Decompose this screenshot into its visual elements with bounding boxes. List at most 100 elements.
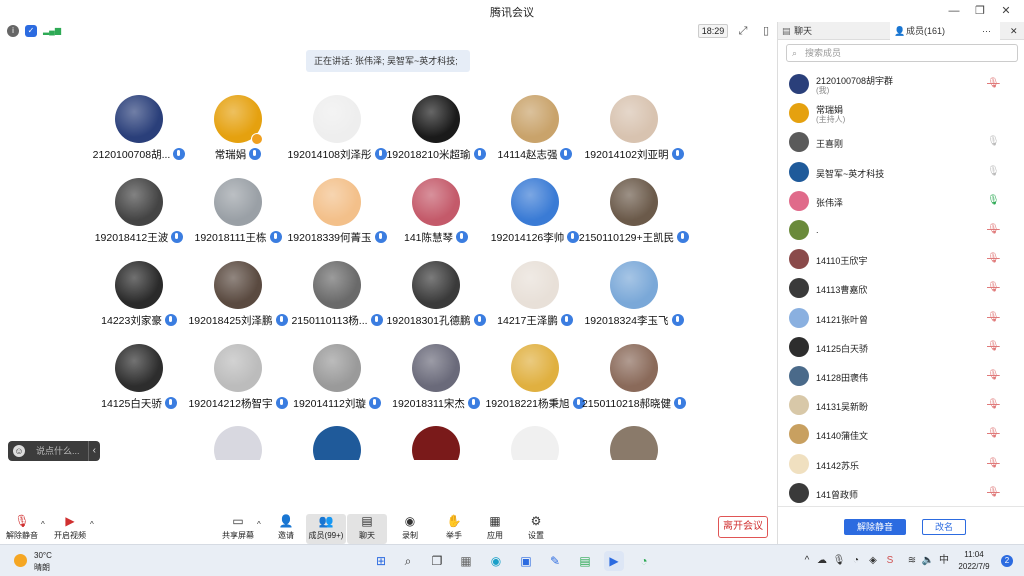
avatar[interactable] <box>610 426 658 460</box>
unmute-button[interactable]: 🎙 解除静音 <box>2 514 42 544</box>
collapse-icon[interactable]: ‹ <box>87 441 96 461</box>
system-clock[interactable]: 11:04 2022/7/9 <box>950 549 998 573</box>
share-screen-button[interactable]: ▭ 共享屏幕 <box>218 514 258 544</box>
avatar[interactable] <box>313 426 361 460</box>
members-button[interactable]: 👥 成员(99+) <box>306 514 346 544</box>
start-icon[interactable]: ⊞ <box>371 551 391 571</box>
invite-button[interactable]: 👤 邀请 <box>266 514 306 544</box>
share-options-caret[interactable]: ^ <box>257 520 261 529</box>
member-row[interactable]: 14125白天骄 🎙 <box>778 333 1024 361</box>
store-icon[interactable]: ▣ <box>516 551 536 571</box>
muted-mic-icon[interactable]: 🎙 <box>987 399 1000 411</box>
member-row[interactable]: 张伟泽 🎙 <box>778 187 1024 215</box>
quick-chat-input[interactable]: 说点什么... <box>36 441 80 461</box>
muted-mic-icon[interactable]: 🎙 <box>987 458 1000 470</box>
sogou-icon[interactable]: S <box>883 554 897 568</box>
raise-hand-button[interactable]: ✋ 举手 <box>434 514 474 544</box>
muted-mic-icon[interactable]: 🎙 <box>987 341 1000 353</box>
member-row[interactable]: 14110王欣宇 🎙 <box>778 245 1024 273</box>
member-row[interactable]: 14121张叶曾 🎙 <box>778 304 1024 332</box>
member-row[interactable]: 王喜刚 🎙 <box>778 128 1024 156</box>
mic-tray-icon[interactable]: 🎙 <box>832 554 846 568</box>
muted-mic-icon[interactable]: 🎙 <box>987 224 1000 236</box>
member-row[interactable]: 14140蒲佳文 🎙 <box>778 420 1024 448</box>
edge-icon[interactable]: ◉ <box>486 551 506 571</box>
volume-icon[interactable]: 🔈 <box>921 554 935 568</box>
participant-tile[interactable]: 14114赵志强 <box>480 95 590 175</box>
muted-mic-icon[interactable]: 🎙 <box>987 487 1000 499</box>
tab-chat[interactable]: ▤ 聊天 <box>778 22 888 40</box>
wechat-tray-icon[interactable]: ◔ <box>849 554 863 568</box>
participant-tile[interactable]: 常瑞娟 <box>183 95 293 175</box>
muted-mic-icon[interactable]: 🎙 <box>987 282 1000 294</box>
quick-chat-box[interactable]: ☺ 说点什么... ‹ <box>8 441 100 461</box>
participant-tile[interactable]: 192014212杨智宇 <box>183 344 293 424</box>
participant-tile[interactable]: 192014102刘亚明 <box>579 95 689 175</box>
notification-badge[interactable]: 2 <box>1001 555 1013 567</box>
settings-button[interactable]: ⚙ 设置 <box>516 514 556 544</box>
mic-icon[interactable]: 🎙 <box>987 195 1000 207</box>
member-search-input[interactable]: ⌕ 搜索成员 <box>786 44 1018 62</box>
participant-tile[interactable]: 192018339何菁玉 <box>282 178 392 258</box>
wechat-icon[interactable]: ◔ <box>634 551 654 571</box>
wifi-icon[interactable]: ≋ <box>905 554 919 568</box>
mic-icon[interactable]: 🎙 <box>987 166 1000 178</box>
restore-button[interactable]: ❐ <box>970 2 990 20</box>
participant-tile[interactable]: 192014108刘泽彤 <box>282 95 392 175</box>
member-row[interactable]: 141曾政师 🎙 <box>778 479 1024 507</box>
lark-icon[interactable]: ✎ <box>545 551 565 571</box>
close-button[interactable]: ✕ <box>996 2 1016 20</box>
tray-expand-icon[interactable]: ^ <box>800 554 814 568</box>
member-row[interactable]: 14113曹嘉欣 🎙 <box>778 274 1024 302</box>
app-tray-icon[interactable]: ◈ <box>866 554 880 568</box>
participant-tile[interactable]: 14223刘家豪 <box>84 261 194 341</box>
participant-tile[interactable]: 192018324李玉飞 <box>579 261 689 341</box>
muted-mic-icon[interactable]: 🎙 <box>987 312 1000 324</box>
participant-tile[interactable]: 192014112刘璇 <box>282 344 392 424</box>
participant-tile[interactable]: 141陈慧琴 <box>381 178 491 258</box>
video-options-caret[interactable]: ^ <box>90 520 94 529</box>
emoji-icon[interactable]: ☺ <box>13 445 25 457</box>
participant-tile[interactable]: 2120100708胡... <box>84 95 194 175</box>
participant-tile[interactable]: 192018412王波 <box>84 178 194 258</box>
cloud-icon[interactable]: ☁ <box>815 554 829 568</box>
more-options-button[interactable]: ··· <box>982 22 1002 40</box>
wechat-work-icon[interactable]: ▤ <box>575 551 595 571</box>
participant-tile[interactable]: 192018210米超瑜 <box>381 95 491 175</box>
start-video-button[interactable]: ▶ 开启视频 <box>50 514 90 544</box>
member-row[interactable]: 吴智军~英才科技 🎙 <box>778 158 1024 186</box>
participant-tile[interactable]: 192018221杨秉旭 <box>480 344 590 424</box>
member-row[interactable]: 14131吴新盼 🎙 <box>778 391 1024 419</box>
mic-icon[interactable]: 🎙 <box>987 136 1000 148</box>
search-icon[interactable]: ⌕ <box>398 551 418 571</box>
lang-indicator[interactable]: 中 <box>937 554 951 568</box>
member-row[interactable]: 2120100708胡宇群 (我) 🎙 <box>778 70 1024 98</box>
unmute-all-button[interactable]: 解除静音 <box>844 519 906 535</box>
muted-mic-icon[interactable]: 🎙 <box>987 428 1000 440</box>
avatar[interactable] <box>214 426 262 460</box>
minimize-button[interactable]: — <box>944 2 964 20</box>
chat-button[interactable]: ▤ 聊天 <box>347 514 387 544</box>
participant-tile[interactable]: 2150110129+王凯民 <box>579 178 690 258</box>
participant-tile[interactable]: 192018301孔德鹏 <box>381 261 491 341</box>
rename-button[interactable]: 改名 <box>922 519 966 535</box>
avatar[interactable] <box>412 426 460 460</box>
avatar[interactable] <box>511 426 559 460</box>
record-button[interactable]: ◉ 录制 <box>390 514 430 544</box>
participant-tile[interactable]: 14125白天骄 <box>84 344 194 424</box>
audio-options-caret[interactable]: ^ <box>41 520 45 529</box>
participant-tile[interactable]: 192014126李帅 <box>480 178 590 258</box>
widgets-icon[interactable]: ▦ <box>456 551 476 571</box>
participant-tile[interactable]: 2150110113杨... <box>282 261 392 341</box>
participant-tile[interactable]: 192018425刘泽鹏 <box>183 261 293 341</box>
member-row[interactable]: 14142苏乐 🎙 <box>778 450 1024 478</box>
muted-mic-icon[interactable]: 🎙 <box>987 253 1000 265</box>
participant-tile[interactable]: 14217王泽鹏 <box>480 261 590 341</box>
task-view-icon[interactable]: ❐ <box>427 551 447 571</box>
participant-tile[interactable]: 192018311宋杰 <box>381 344 491 424</box>
apps-button[interactable]: ▦ 应用 <box>475 514 515 544</box>
muted-mic-icon[interactable]: 🎙 <box>987 78 1000 90</box>
participant-tile[interactable]: 192018111王栋 <box>183 178 293 258</box>
panel-close-button[interactable]: ✕ <box>1006 22 1024 40</box>
member-row[interactable]: . 🎙 <box>778 216 1024 244</box>
